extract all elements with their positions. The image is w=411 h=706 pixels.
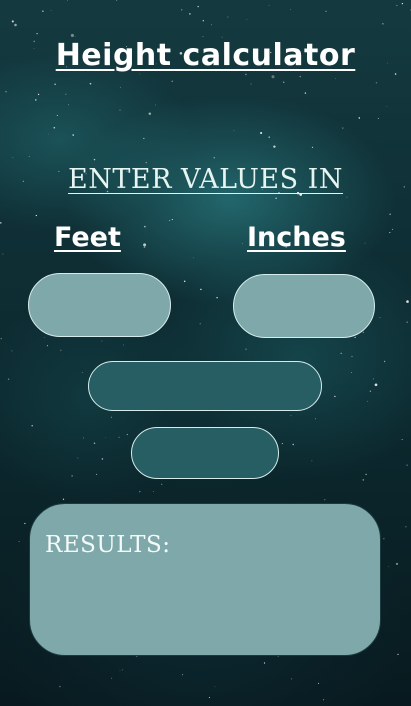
inches-input[interactable]	[233, 274, 375, 338]
feet-label: Feet	[54, 222, 121, 253]
reset-button[interactable]	[131, 427, 279, 479]
calculate-button[interactable]	[88, 361, 322, 411]
results-panel: RESULTS:	[29, 503, 381, 656]
enter-values-heading: ENTER VALUES IN	[68, 164, 343, 195]
inches-label: Inches	[247, 222, 346, 253]
feet-input[interactable]	[28, 273, 171, 337]
results-label: RESULTS:	[45, 532, 171, 558]
page-title: Height calculator	[55, 38, 356, 73]
